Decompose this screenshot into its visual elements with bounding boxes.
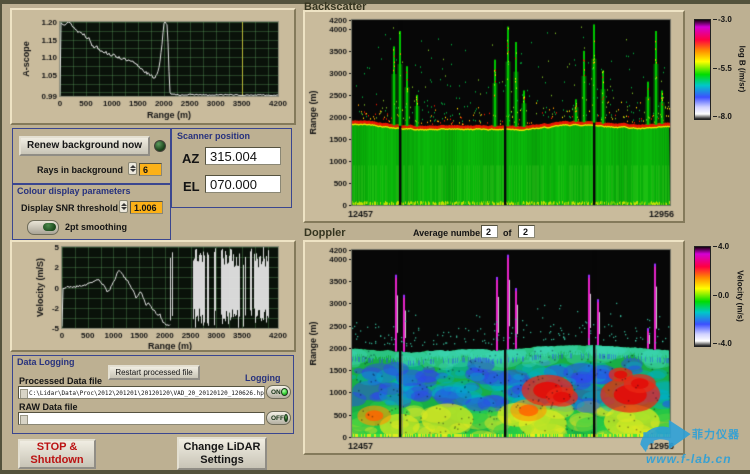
watermark: 菲力仪器 www.f-lab.cn	[634, 416, 750, 474]
change-lidar-settings-button[interactable]: Change LiDAR Settings	[177, 437, 267, 470]
tick-icon	[713, 295, 717, 296]
velocity-graph-panel	[10, 240, 296, 352]
colorbar-tick: -4.0	[718, 339, 732, 348]
string-style-icon	[20, 389, 28, 399]
spinner-up-icon[interactable]	[121, 203, 127, 206]
a-scope-plot	[12, 10, 294, 123]
watermark-arrow-icon	[636, 418, 694, 456]
renew-status-led-icon	[154, 140, 166, 152]
processed-logging-toggle[interactable]: ON	[266, 385, 291, 399]
window-edge-left	[0, 0, 2, 474]
doppler-colorbar-label: Velocity (m/s)	[736, 270, 745, 322]
average-number-field[interactable]: 2	[481, 225, 498, 238]
spinner-up-icon[interactable]	[130, 165, 136, 168]
el-value-field: 070.000	[205, 175, 281, 193]
toggle-knob-icon	[43, 223, 56, 231]
doppler-colorbar: 4.0 0.0 -4.0 Velocity (m/s)	[694, 246, 750, 347]
raw-logging-toggle[interactable]: OFF	[266, 411, 291, 425]
scanner-position-title: Scanner position	[177, 131, 250, 141]
velocity-plot	[12, 242, 294, 350]
backscatter-colorbar-label: log B (/m/sr)	[738, 46, 747, 93]
stop-line2: Shutdown	[30, 454, 83, 466]
logging-label: Logging	[245, 373, 281, 383]
settings-line1: Change LiDAR	[184, 441, 261, 453]
window-edge-top	[0, 0, 750, 4]
smoothing-label: 2pt smoothing	[65, 222, 127, 232]
processed-path-field[interactable]: C:\Lidar\Data\Proc\2012\201201\20120120\…	[18, 386, 265, 399]
scanner-position-group: Scanner position AZ 315.004 EL 070.000	[171, 128, 292, 208]
tick-icon	[713, 68, 717, 69]
spinner-down-icon[interactable]	[130, 169, 136, 172]
watermark-text-url: www.f-lab.cn	[646, 452, 732, 466]
snr-threshold-label: Display SNR threshold	[21, 203, 118, 213]
colorbar-tick: 0.0	[718, 291, 729, 300]
smoothing-toggle[interactable]	[27, 220, 59, 235]
raw-data-file-label: RAW Data file	[19, 402, 78, 412]
on-label: ON	[271, 389, 281, 396]
a-scope-graph-panel	[10, 8, 296, 125]
average-total-field: 2	[518, 225, 535, 238]
tick-icon	[713, 343, 717, 344]
processed-data-file-label: Processed Data file	[19, 376, 102, 386]
doppler-colorbar-gradient	[694, 246, 711, 347]
spinner-down-icon[interactable]	[121, 207, 127, 210]
average-number-label: Average number	[413, 228, 484, 238]
colorbar-tick: -5.5	[718, 64, 732, 73]
average-of-label: of	[503, 228, 512, 238]
backscatter-graph-panel	[303, 10, 685, 223]
rays-in-background-label: Rays in background	[37, 165, 123, 175]
raw-path-field[interactable]	[18, 412, 265, 425]
tick-icon	[713, 19, 717, 20]
tick-icon	[713, 246, 717, 247]
settings-line2: Settings	[200, 454, 243, 466]
stop-line1: STOP &	[37, 441, 78, 453]
data-logging-title: Data Logging	[17, 357, 75, 367]
rays-spinner[interactable]	[128, 162, 137, 175]
renew-background-button[interactable]: Renew background now	[19, 136, 150, 156]
colorbar-tick: -3.0	[718, 15, 732, 24]
stop-shutdown-button[interactable]: STOP & Shutdown	[18, 439, 96, 469]
colorbar-tick: 4.0	[718, 242, 729, 251]
colour-params-title: Colour display parameters	[17, 186, 131, 196]
lidar-app-window: Renew background now Rays in background …	[0, 0, 750, 474]
backscatter-colorbar-gradient	[694, 19, 711, 120]
tick-icon	[713, 116, 717, 117]
az-label: AZ	[182, 151, 199, 166]
el-label: EL	[183, 179, 200, 194]
string-style-icon	[20, 415, 28, 425]
backscatter-plot	[305, 12, 683, 221]
rays-value-field[interactable]: 6	[139, 163, 162, 176]
doppler-plot	[305, 242, 683, 453]
background-controls-group: Renew background now Rays in background …	[12, 128, 171, 185]
backscatter-colorbar: -3.0 -5.5 -8.0 log B (/m/sr)	[694, 19, 750, 120]
logging-off-led-icon	[284, 414, 288, 422]
off-label: OFF	[271, 415, 284, 422]
doppler-title: Doppler	[304, 227, 346, 239]
snr-value-field[interactable]: 1.006	[130, 201, 163, 214]
data-logging-group: Data Logging Restart processed file Proc…	[12, 355, 294, 434]
logging-on-led-icon	[281, 388, 288, 396]
watermark-text-cn: 菲力仪器	[692, 426, 740, 442]
processed-path-text: C:\Lidar\Data\Proc\2012\201201\20120120\…	[29, 390, 265, 397]
restart-processed-file-button[interactable]: Restart processed file	[108, 365, 200, 380]
doppler-graph-panel	[303, 240, 685, 455]
colorbar-tick: -8.0	[718, 112, 732, 121]
colour-display-group: Colour display parameters Display SNR th…	[12, 183, 171, 240]
az-value-field: 315.004	[205, 147, 281, 165]
snr-spinner[interactable]	[119, 200, 128, 213]
